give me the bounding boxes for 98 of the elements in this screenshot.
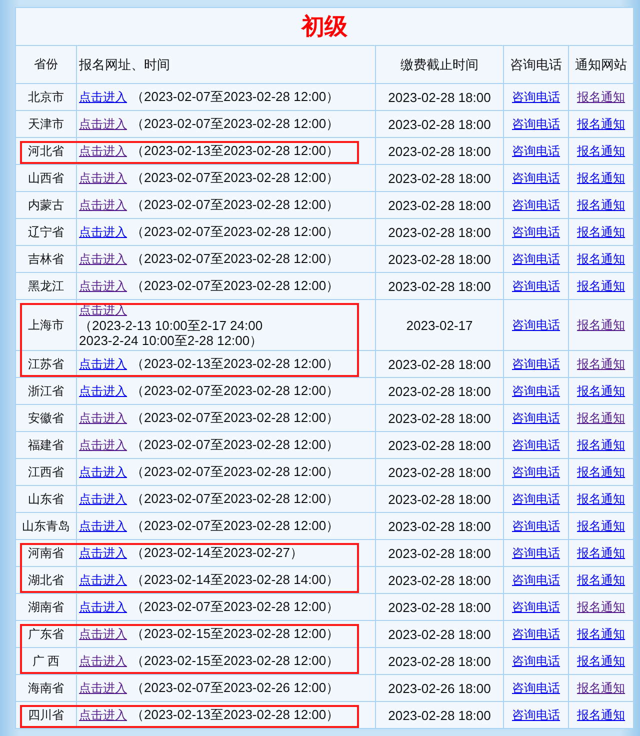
time-range-text: （2023-02-07至2023-02-28 12:00） (131, 278, 340, 293)
table-cell: 天津市 (16, 110, 76, 138)
column-header: 报名网址、时间 (76, 46, 376, 84)
enter-link[interactable]: 点击进入 (79, 198, 127, 212)
enter-link[interactable]: 点击进入 (79, 411, 127, 425)
enter-link[interactable]: 点击进入 (79, 627, 127, 641)
time-range-text: （2023-02-07至2023-02-28 12:00） (131, 116, 340, 131)
table-cell: 2023-02-28 18:00 (376, 378, 504, 404)
table-cell: 内蒙古 (16, 192, 76, 218)
time-range-text: （2023-02-13至2023-02-28 12:00） (131, 143, 340, 158)
enter-link[interactable]: 点击进入 (79, 225, 127, 239)
table-cell: 2023-02-28 18:00 (376, 486, 504, 512)
table-cell: 湖北省 (16, 566, 76, 594)
column-header: 咨询电话 (504, 46, 568, 84)
column-header: 省份 (16, 46, 76, 84)
table-cell: 海南省 (16, 674, 76, 702)
table-cell: 2023-02-28 18:00 (376, 458, 504, 486)
table-cell: 湖南省 (16, 594, 76, 620)
table-cell: 广东省 (16, 620, 76, 648)
enter-link[interactable]: 点击进入 (79, 573, 127, 587)
table-cell: 四川省 (16, 702, 76, 728)
table-cell: 江苏省 (16, 350, 76, 378)
time-range-text: （2023-02-07至2023-02-28 12:00） (131, 251, 340, 266)
time-range-text: （2023-02-07至2023-02-28 12:00） (131, 197, 340, 212)
enter-link[interactable]: 点击进入 (79, 465, 127, 479)
enter-link[interactable]: 点击进入 (79, 438, 127, 452)
enter-link[interactable]: 点击进入 (79, 279, 127, 293)
time-range-text: （2023-02-13至2023-02-28 12:00） (131, 707, 340, 722)
table-cell: 江西省 (16, 458, 76, 486)
enter-link[interactable]: 点击进入 (79, 303, 127, 317)
table-cell: 山东青岛 (16, 512, 76, 540)
time-range-text: （2023-02-07至2023-02-28 12:00） (131, 464, 340, 479)
table-cell: 福建省 (16, 432, 76, 458)
table-cell: 2023-02-28 18:00 (376, 350, 504, 378)
table-cell: 2023-02-28 18:00 (376, 566, 504, 594)
enter-link[interactable]: 点击进入 (79, 519, 127, 533)
table-cell: 上海市 (16, 300, 76, 350)
table-cell: 2023-02-28 18:00 (376, 272, 504, 300)
table-cell: 2023-02-26 18:00 (376, 674, 504, 702)
table-cell: 安徽省 (16, 404, 76, 432)
time-range-text: （2023-02-07至2023-02-28 12:00） (131, 599, 340, 614)
table-cell: 河北省 (16, 138, 76, 164)
table-cell: 2023-02-28 18:00 (376, 540, 504, 566)
time-range-text: （2023-02-14至2023-02-28 14:00） (131, 572, 340, 587)
time-range-text: （2023-02-15至2023-02-28 12:00） (131, 626, 340, 641)
time-range-text: （2023-02-07至2023-02-26 12:00） (131, 680, 340, 695)
enter-link[interactable]: 点击进入 (79, 252, 127, 266)
enter-link[interactable]: 点击进入 (79, 117, 127, 131)
table-cell: 吉林省 (16, 246, 76, 272)
time-range-text: （2023-02-07至2023-02-28 12:00） (131, 383, 340, 398)
enter-link[interactable]: 点击进入 (79, 144, 127, 158)
time-range-text: （2023-2-13 10:00至2-17 24:00 2023-2-24 10:00至2-28 12:00） (79, 318, 263, 348)
table-cell: 2023-02-17 (376, 300, 504, 350)
time-range-text: （2023-02-15至2023-02-28 12:00） (131, 653, 340, 668)
table-cell: 2023-02-28 18:00 (376, 702, 504, 728)
table-cell: 河南省 (16, 540, 76, 566)
enter-link[interactable]: 点击进入 (79, 681, 127, 695)
table-cell: 黑龙江 (16, 272, 76, 300)
time-range-text: （2023-02-07至2023-02-28 12:00） (131, 437, 340, 452)
table-cell: 2023-02-28 18:00 (376, 84, 504, 110)
column-header: 缴费截止时间 (376, 46, 504, 84)
time-range-text: （2023-02-07至2023-02-28 12:00） (131, 89, 340, 104)
table-cell: 浙江省 (16, 378, 76, 404)
table-cell: 2023-02-28 18:00 (376, 138, 504, 164)
table-cell: 2023-02-28 18:00 (376, 404, 504, 432)
time-range-text: （2023-02-07至2023-02-28 12:00） (131, 491, 340, 506)
column-header: 通知网站 (568, 46, 634, 84)
table-cell: 2023-02-28 18:00 (376, 110, 504, 138)
enter-link[interactable]: 点击进入 (79, 654, 127, 668)
table-cell: 2023-02-28 18:00 (376, 512, 504, 540)
table-cell: 辽宁省 (16, 218, 76, 246)
enter-link[interactable]: 点击进入 (79, 600, 127, 614)
time-range-text: （2023-02-07至2023-02-28 12:00） (131, 170, 340, 185)
enter-link[interactable]: 点击进入 (79, 171, 127, 185)
table-cell: 山西省 (16, 164, 76, 192)
time-range-text: （2023-02-07至2023-02-28 12:00） (131, 410, 340, 425)
table-cell: 2023-02-28 18:00 (376, 218, 504, 246)
table-cell: 2023-02-28 18:00 (376, 594, 504, 620)
enter-link[interactable]: 点击进入 (79, 357, 127, 371)
table-cell: 北京市 (16, 84, 76, 110)
time-range-text: （2023-02-07至2023-02-28 12:00） (131, 518, 340, 533)
table-cell: 2023-02-28 18:00 (376, 246, 504, 272)
table-cell: 广 西 (16, 648, 76, 674)
time-range-text: （2023-02-14至2023-02-27） (131, 545, 303, 560)
enter-link[interactable]: 点击进入 (79, 90, 127, 104)
time-range-text: （2023-02-07至2023-02-28 12:00） (131, 224, 340, 239)
table-cell: 山东省 (16, 486, 76, 512)
table-cell: 2023-02-28 18:00 (376, 192, 504, 218)
table-cell: 2023-02-28 18:00 (376, 432, 504, 458)
enter-link[interactable]: 点击进入 (79, 492, 127, 506)
enter-link[interactable]: 点击进入 (79, 708, 127, 722)
enter-link[interactable]: 点击进入 (79, 546, 127, 560)
table-cell: 2023-02-28 18:00 (376, 620, 504, 648)
enter-link[interactable]: 点击进入 (79, 384, 127, 398)
table-title: 初级 (16, 8, 634, 46)
table-cell: 2023-02-28 18:00 (376, 648, 504, 674)
time-range-text: （2023-02-13至2023-02-28 12:00） (131, 356, 340, 371)
table-cell: 2023-02-28 18:00 (376, 164, 504, 192)
